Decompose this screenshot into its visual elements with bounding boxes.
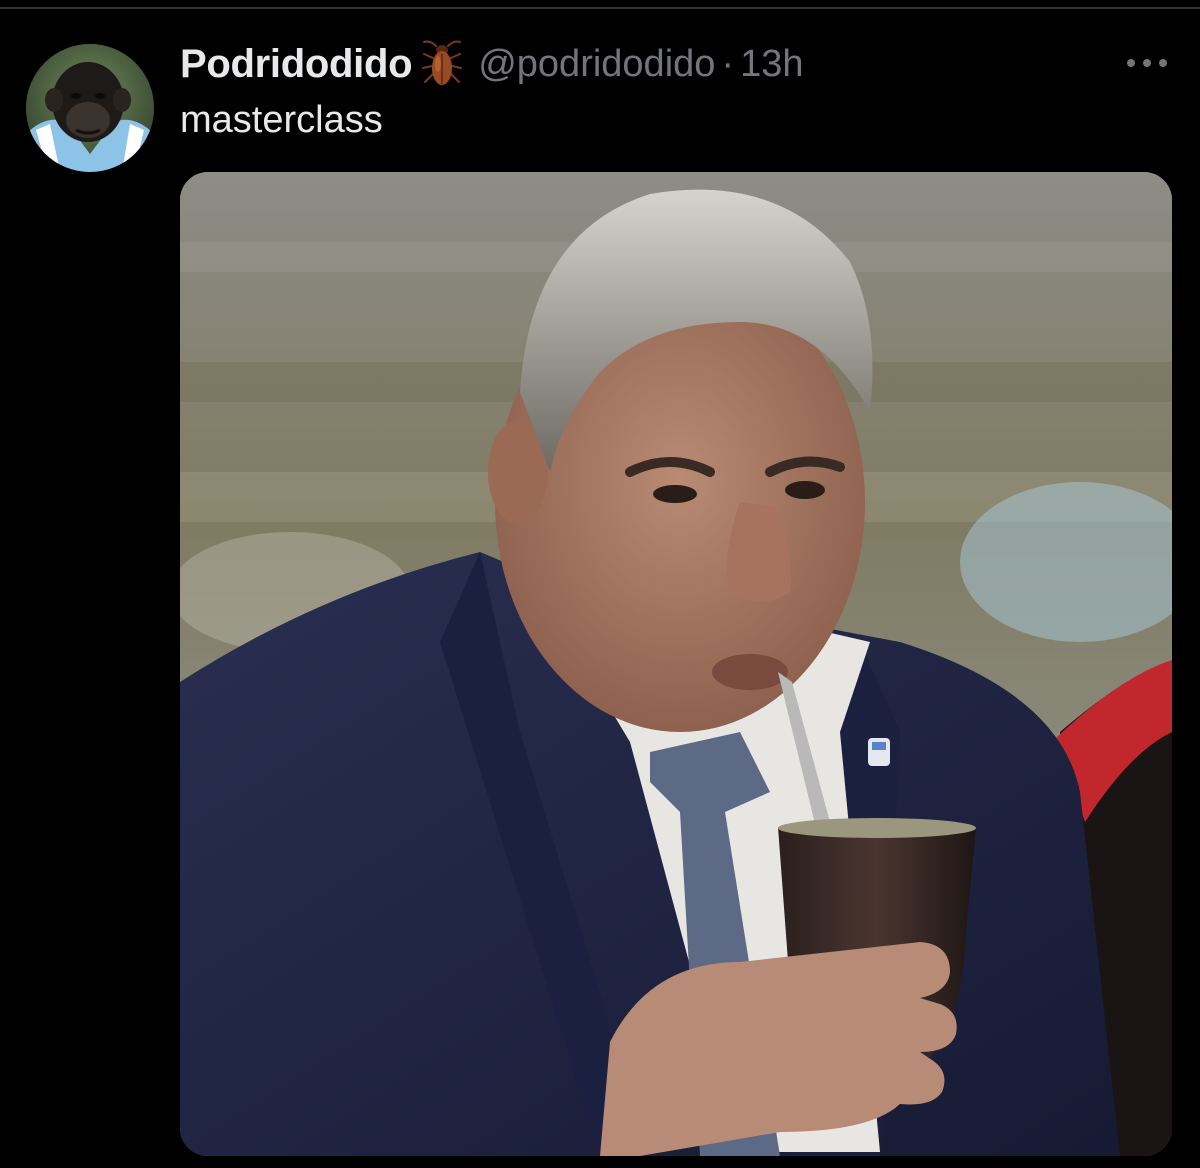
avatar[interactable] xyxy=(26,44,154,172)
display-name[interactable]: Podridodido xyxy=(180,42,413,87)
tweet-photo[interactable] xyxy=(180,172,1172,1156)
timestamp[interactable]: 13h xyxy=(740,43,803,86)
more-options-button[interactable] xyxy=(1120,46,1174,80)
user-handle[interactable]: @podridodido xyxy=(478,43,715,86)
more-horizontal-icon xyxy=(1127,59,1167,67)
tweet-text: masterclass xyxy=(180,99,383,141)
cockroach-emoji-icon xyxy=(420,38,464,90)
tweet[interactable]: Podridodido @podridodido · 13h mastercla… xyxy=(0,0,1200,1168)
tweet-header: Podridodido @podridodido · 13h xyxy=(180,38,803,90)
separator-dot: · xyxy=(721,42,735,85)
